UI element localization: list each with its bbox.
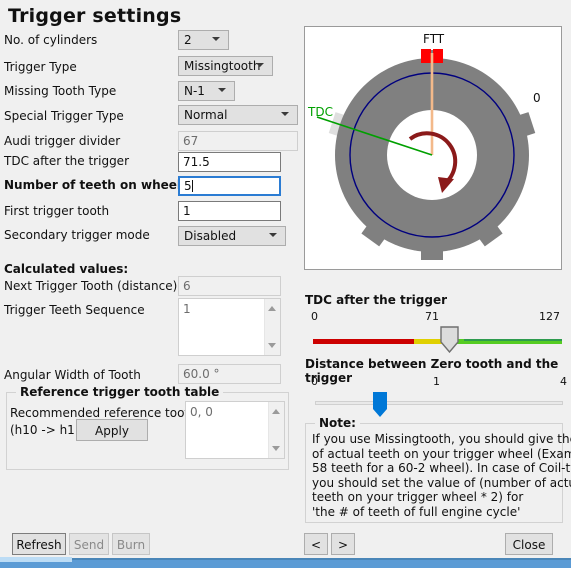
no-of-cylinders-value: 2 [184, 33, 192, 47]
tdc-track-low [313, 339, 414, 344]
tdc-track-mid [414, 339, 442, 344]
label-special-trigger-type: Special Trigger Type [4, 109, 124, 123]
special-trigger-type-combo[interactable]: Normal [178, 105, 298, 125]
scrollbar-vertical[interactable] [268, 402, 284, 458]
label-no-of-cylinders: No. of cylinders [4, 33, 98, 47]
label-tdc-after-the-trigger: TDC after the trigger [4, 154, 129, 168]
zero-tooth-label: 0 [533, 91, 541, 105]
tdc-slider-min-tick: 0 [311, 310, 318, 323]
label-secondary-trigger-mode: Secondary trigger mode [4, 228, 150, 242]
tdc-slider-title: TDC after the trigger [305, 293, 448, 307]
note-body: If you use Missingtooth, you should give… [312, 432, 571, 519]
trigger-teeth-sequence-value: 1 [183, 302, 191, 316]
secondary-trigger-mode-value: Disabled [184, 229, 237, 243]
missing-tooth-type-value: N-1 [184, 84, 205, 98]
distance-slider-max-tick: 4 [560, 375, 567, 388]
no-of-cylinders-combo[interactable]: 2 [178, 30, 229, 50]
page-title: Trigger settings [8, 5, 182, 27]
distance-slider-thumb[interactable] [373, 392, 387, 418]
chevron-down-icon [256, 62, 265, 71]
note-group-title: Note: [315, 416, 360, 430]
trigger-wheel-svg [316, 49, 536, 260]
number-of-teeth-field[interactable]: 5 [178, 176, 281, 196]
tdc-slider-value-tick: 71 [425, 310, 439, 323]
label-first-trigger-tooth: First trigger tooth [4, 204, 110, 218]
recommended-reference-table-area[interactable]: 0, 0 [185, 401, 285, 459]
tdc-slider-max-tick: 127 [539, 310, 560, 323]
trigger-teeth-sequence-area[interactable]: 1 [178, 298, 281, 356]
tdc-after-trigger-field[interactable]: 71.5 [178, 152, 281, 172]
close-button[interactable]: Close [505, 533, 553, 555]
angular-width-field: 60.0 ° [178, 364, 281, 384]
scroll-up-icon[interactable] [268, 304, 277, 313]
missing-tooth-type-combo[interactable]: N-1 [178, 81, 235, 101]
send-button: Send [69, 533, 109, 555]
chevron-down-icon [269, 232, 278, 241]
refresh-button[interactable]: Refresh [12, 533, 66, 555]
trigger-type-combo[interactable]: Missingtooth [178, 56, 273, 76]
label-missing-tooth-type: Missing Tooth Type [4, 84, 117, 98]
trigger-type-value: Missingtooth [184, 59, 261, 73]
scroll-down-icon[interactable] [272, 444, 281, 453]
distance-slider-min-tick: 0 [311, 375, 318, 388]
label-trigger-type: Trigger Type [4, 60, 77, 74]
number-of-teeth-value: 5 [184, 179, 192, 193]
next-button[interactable]: > [331, 533, 355, 555]
next-trigger-tooth-field: 6 [178, 276, 281, 296]
chevron-down-icon [212, 36, 221, 45]
text-caret [191, 180, 193, 192]
scroll-down-icon[interactable] [268, 341, 277, 350]
label-trigger-teeth-sequence: Trigger Teeth Sequence [4, 303, 145, 317]
tdc-label: TDC [308, 105, 333, 119]
special-trigger-type-value: Normal [184, 108, 228, 122]
scroll-up-icon[interactable] [272, 407, 281, 416]
window-bottom-edge [0, 560, 571, 568]
secondary-trigger-mode-combo[interactable]: Disabled [178, 226, 286, 246]
window-bottom-tab [0, 557, 72, 562]
label-audi-trigger-divider: Audi trigger divider [4, 134, 121, 148]
label-number-of-teeth-on-wheel: Number of teeth on wheel [4, 178, 182, 192]
prev-button[interactable]: < [304, 533, 328, 555]
distance-slider-track[interactable] [315, 401, 563, 405]
audi-trigger-divider-field: 67 [178, 131, 298, 151]
recommended-reference-table-value: 0, 0 [190, 405, 213, 419]
trigger-wheel-diagram: FTT TDC 0 [304, 26, 562, 270]
distance-slider-thumb-icon [373, 392, 387, 417]
distance-slider-value-tick: 1 [433, 375, 440, 388]
apply-button[interactable]: Apply [76, 419, 148, 441]
tdc-slider-thumb[interactable] [440, 326, 459, 354]
chevron-down-icon [281, 111, 290, 120]
chevron-down-icon [218, 87, 227, 96]
burn-button: Burn [112, 533, 150, 555]
tdc-slider-thumb-icon [440, 326, 459, 354]
reference-group-title: Reference trigger tooth table [16, 385, 224, 399]
label-angular-width-of-tooth: Angular Width of Tooth [4, 368, 141, 382]
tdc-track-over-inner [464, 341, 562, 344]
scrollbar-vertical[interactable] [264, 299, 280, 355]
ftt-label: FTT [423, 32, 445, 46]
calculated-values-heading: Calculated values: [4, 262, 129, 276]
trigger-settings-dialog: Trigger settings No. of cylinders Trigge… [0, 0, 571, 568]
label-next-trigger-tooth: Next Trigger Tooth (distance) [4, 279, 178, 293]
first-trigger-tooth-field[interactable]: 1 [178, 201, 281, 221]
